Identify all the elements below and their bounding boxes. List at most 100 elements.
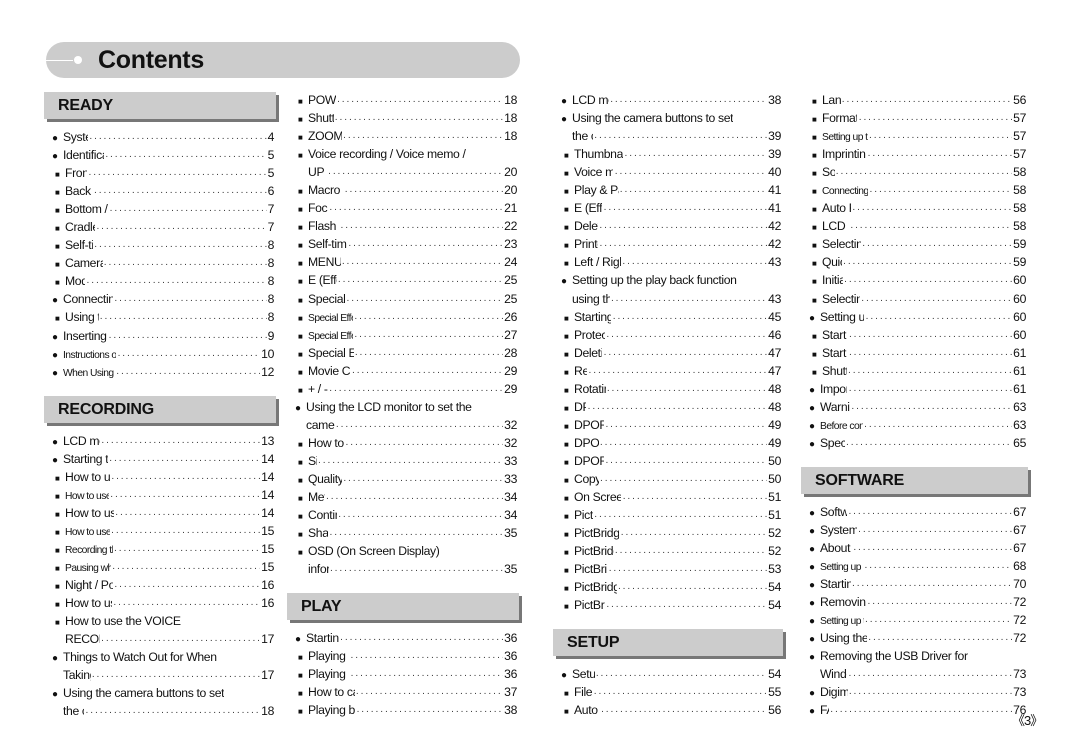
toc-entry-page[interactable]: 60 (1013, 327, 1026, 344)
toc-entry[interactable]: ■ Playing back a still image 36 (295, 648, 517, 666)
toc-entry[interactable]: ■ Thumbnail / Enlargement button 39 (561, 146, 781, 164)
toc-entry-page[interactable]: 20 (504, 182, 517, 199)
toc-entry-page[interactable]: 17 (261, 667, 274, 684)
toc-entry[interactable]: ■ Copy To Card 50 (561, 471, 781, 489)
toc-entry-page[interactable]: 65 (1013, 435, 1026, 452)
toc-entry[interactable]: ■ Deleting images 47 (561, 345, 781, 363)
toc-entry-page[interactable]: 34 (504, 507, 517, 524)
toc-entry-page[interactable]: 43 (768, 291, 781, 308)
toc-entry-page[interactable]: 45 (768, 309, 781, 326)
toc-entry[interactable]: ● When Using the Camera for the First Tim… (52, 364, 274, 382)
toc-entry-page[interactable]: 63 (1013, 399, 1026, 416)
toc-entry[interactable]: ● Connecting to a Power Source 8 (52, 291, 274, 309)
toc-entry[interactable]: ■ Delete button 42 (561, 218, 781, 236)
toc-entry[interactable]: ■ Formatting a memory 57 (809, 110, 1026, 128)
toc-entry[interactable]: ■ Sound 58 (809, 164, 1026, 182)
toc-entry-page[interactable]: 72 (1013, 630, 1026, 647)
toc-entry[interactable]: ● Instructions on how to use the memory c… (52, 346, 274, 364)
toc-entry-page[interactable]: 41 (768, 182, 781, 199)
toc-entry-page[interactable]: 51 (768, 507, 781, 524)
toc-entry-page[interactable]: 70 (1013, 576, 1026, 593)
toc-entry[interactable]: ■ E (Effect) button 41 (561, 200, 781, 218)
toc-entry[interactable]: ● Removing the removable disk 72 (809, 594, 1026, 612)
toc-entry-page[interactable]: 72 (1013, 612, 1026, 629)
toc-entry-page[interactable]: 72 (1013, 594, 1026, 611)
toc-entry-page[interactable]: 67 (1013, 504, 1026, 521)
toc-entry-page[interactable]: 15 (261, 523, 274, 540)
toc-entry-page[interactable]: 14 (261, 505, 274, 522)
toc-entry-page[interactable]: 33 (504, 453, 517, 470)
toc-entry-page[interactable]: 53 (768, 561, 781, 578)
toc-entry[interactable]: ■ Start up sound 61 (809, 345, 1026, 363)
toc-entry-page[interactable]: 52 (768, 543, 781, 560)
toc-entry[interactable]: ■ Play & Pause / Down button 41 (561, 182, 781, 200)
toc-entry-page[interactable]: 54 (768, 579, 781, 596)
toc-entry-page[interactable]: 51 (768, 489, 781, 506)
toc-entry[interactable]: ● Important notes 61 (809, 381, 1026, 399)
toc-entry[interactable]: ● Setup menu 54 (561, 666, 781, 684)
toc-entry-page[interactable]: 15 (261, 559, 274, 576)
toc-entry-page[interactable]: 41 (768, 200, 781, 217)
toc-entry-page[interactable]: 18 (504, 110, 517, 127)
toc-entry-page[interactable]: 34 (504, 489, 517, 506)
toc-entry[interactable]: ● System chart 4 (52, 129, 274, 147)
toc-entry[interactable]: ■ Quick view 59 (809, 254, 1026, 272)
toc-entry[interactable]: ■ OSD (On Screen Display) information 35 (295, 543, 517, 579)
toc-entry[interactable]: ● Starting PC mode 70 (809, 576, 1026, 594)
toc-entry-page[interactable]: 60 (1013, 272, 1026, 289)
toc-entry[interactable]: ● Identification of features 5 (52, 147, 274, 165)
toc-entry-page[interactable]: 8 (268, 273, 275, 290)
toc-entry-page[interactable]: 61 (1013, 345, 1026, 362)
toc-entry[interactable]: ■ Shutter button 18 (295, 110, 517, 128)
toc-entry[interactable]: ■ Start up image 60 (809, 327, 1026, 345)
toc-entry[interactable]: ■ How to use the MOVIE CLIP mode 15 (52, 523, 274, 541)
toc-entry-page[interactable]: 22 (504, 218, 517, 235)
toc-entry[interactable]: ● Using the LCD monitor to set the camera … (295, 399, 517, 435)
toc-entry-page[interactable]: 49 (768, 435, 781, 452)
toc-entry[interactable]: ■ Starting the slide show 45 (561, 309, 781, 327)
toc-entry-page[interactable]: 14 (261, 451, 274, 468)
toc-entry-page[interactable]: 12 (261, 364, 274, 381)
toc-entry[interactable]: ■ How to use the VOICE RECORDING mode 17 (52, 613, 274, 649)
toc-entry[interactable]: ■ How to capture the movie clip 37 (295, 684, 517, 702)
toc-entry[interactable]: ■ File name 55 (561, 684, 781, 702)
toc-entry-page[interactable]: 57 (1013, 146, 1026, 163)
toc-entry-page[interactable]: 18 (504, 128, 517, 145)
toc-entry-page[interactable]: 7 (268, 201, 275, 218)
toc-entry-page[interactable]: 73 (1013, 666, 1026, 683)
toc-entry[interactable]: ■ DPOF : Index 49 (561, 435, 781, 453)
toc-entry[interactable]: ●FAQ76 (809, 702, 1026, 720)
toc-entry-page[interactable]: 58 (1013, 182, 1026, 199)
toc-entry[interactable]: ■ Rotating an image 48 (561, 381, 781, 399)
toc-entry[interactable]: ● Digimax Master 73 (809, 684, 1026, 702)
toc-entry[interactable]: ■ PictBridge : Reset 54 (561, 597, 781, 615)
toc-entry[interactable]: ■ Left / Right / Menu / OK button 43 (561, 254, 781, 272)
toc-entry[interactable]: ■ On Screen Display information 51 (561, 489, 781, 507)
toc-entry[interactable]: ■ Resize 47 (561, 363, 781, 381)
toc-entry[interactable]: ■ How to use the PROGRAM mode 14 (52, 487, 274, 505)
toc-entry[interactable]: ■ How to use the SCENE mode 16 (52, 595, 274, 613)
toc-entry[interactable]: ■ Selecting a battery type 60 (809, 291, 1026, 309)
toc-entry[interactable]: ■ Metering 34 (295, 489, 517, 507)
toc-entry[interactable]: ■ Size 33 (295, 453, 517, 471)
toc-entry-page[interactable]: 42 (768, 218, 781, 235)
toc-entry-page[interactable]: 18 (504, 92, 517, 109)
toc-entry[interactable]: ■ Front & Top 5 (52, 165, 274, 183)
toc-entry-page[interactable]: 14 (261, 469, 274, 486)
toc-entry[interactable]: ● Starting play mode 36 (295, 630, 517, 648)
toc-entry[interactable]: ■ Setting up the Date / Time / Date type 5… (809, 128, 1026, 146)
toc-entry[interactable]: ● Software Notes 67 (809, 504, 1026, 522)
toc-entry-page[interactable]: 55 (768, 684, 781, 701)
toc-entry[interactable]: ■ PictBridge : DPOF Printing 54 (561, 579, 781, 597)
toc-entry[interactable]: ● Setting up the play back function using … (561, 272, 781, 308)
toc-entry[interactable]: ● Setting up the application software 68 (809, 558, 1026, 576)
toc-entry-page[interactable]: 9 (268, 328, 275, 345)
toc-entry-page[interactable]: 6 (268, 183, 275, 200)
toc-entry[interactable]: ● Starting the recording mode 14 (52, 451, 274, 469)
toc-entry[interactable]: ● Things to Watch Out for When Taking Pict… (52, 649, 274, 685)
toc-entry-page[interactable]: 60 (1013, 309, 1026, 326)
toc-entry-page[interactable]: 39 (768, 146, 781, 163)
toc-entry-page[interactable]: 39 (768, 128, 781, 145)
toc-entry-page[interactable]: 60 (1013, 291, 1026, 308)
toc-entry-page[interactable]: 15 (261, 541, 274, 558)
